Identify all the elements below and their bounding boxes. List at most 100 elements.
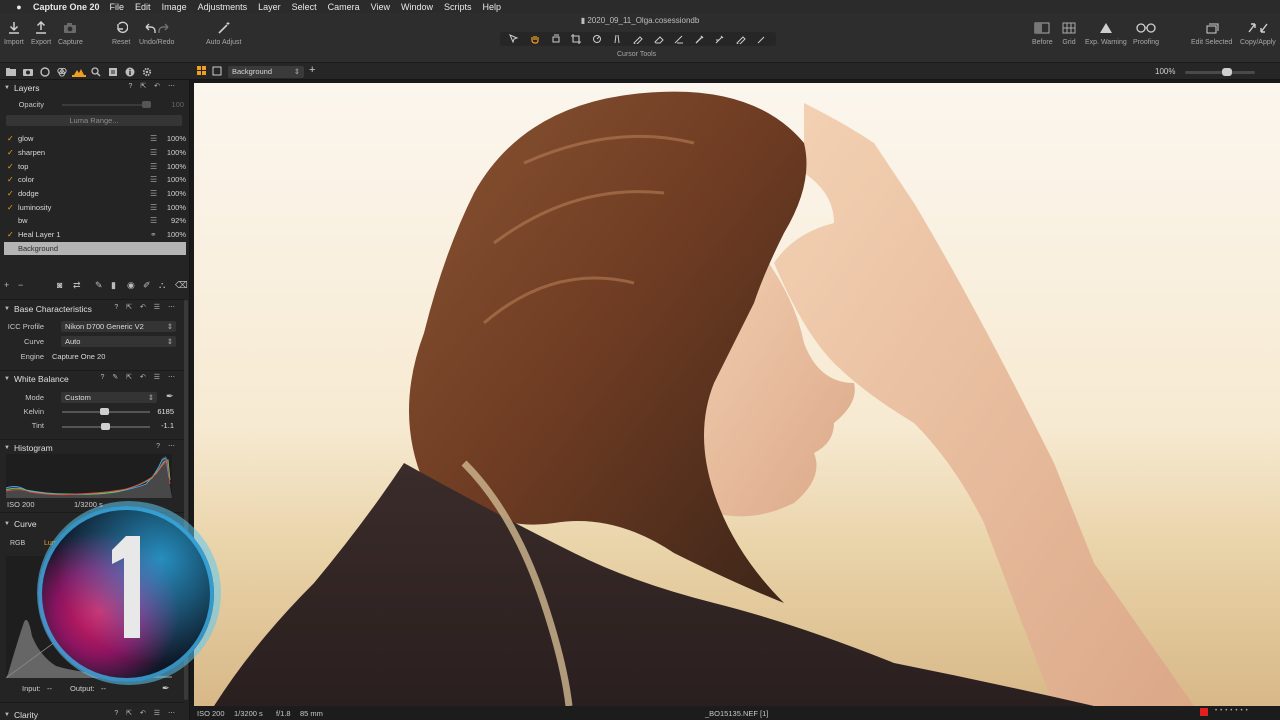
clone-brush-icon[interactable]	[711, 33, 729, 45]
curve-tab-rgb[interactable]: RGB	[10, 540, 25, 547]
layer-row[interactable]: ✓ top ☰ 100%	[4, 160, 186, 173]
radial-icon[interactable]: ◉	[127, 280, 135, 291]
panel-controls-icon[interactable]: ? ⋯	[156, 442, 178, 450]
opacity-value[interactable]: 100	[156, 99, 184, 110]
gradient-icon[interactable]: ▮	[111, 280, 116, 291]
menu-view[interactable]: View	[371, 2, 390, 12]
menu-adjustments[interactable]: Adjustments	[198, 2, 248, 12]
import-button[interactable]: Import	[4, 17, 24, 46]
histogram-header[interactable]: ▼ Histogram ? ⋯	[0, 441, 184, 454]
proofing-button[interactable]: Proofing	[1133, 17, 1159, 46]
kelvin-slider[interactable]	[62, 408, 150, 415]
checkmark-icon[interactable]: ✓	[7, 203, 17, 212]
layer-row[interactable]: ✓ glow ☰ 100%	[4, 132, 186, 145]
metadata-tab-icon[interactable]	[123, 66, 137, 77]
brush-icon[interactable]	[629, 33, 647, 45]
edit-selected-button[interactable]: Edit Selected	[1191, 17, 1232, 46]
color-picker-icon[interactable]	[732, 33, 750, 45]
add-layer-icon[interactable]: +	[4, 280, 9, 290]
base-characteristics-header[interactable]: ▼ Base Characteristics ? ⇱ ↶ ☰ ⋯	[0, 302, 184, 315]
layer-row-background[interactable]: Background	[4, 242, 186, 255]
annotate-icon[interactable]	[753, 33, 771, 45]
checkmark-icon[interactable]: ✓	[7, 189, 17, 198]
settings-gear-icon[interactable]	[140, 66, 154, 77]
wb-mode-dropdown[interactable]: Custom ⇕	[61, 392, 157, 403]
collapse-triangle-icon[interactable]: ▼	[4, 521, 10, 527]
menu-select[interactable]: Select	[292, 2, 317, 12]
menu-app-name[interactable]: Capture One 20	[33, 2, 100, 12]
select-cursor-icon[interactable]	[505, 33, 523, 45]
zoom-slider-knob[interactable]	[1222, 68, 1232, 76]
panel-controls-icon[interactable]: ? ⇱ ↶ ☰ ⋯	[114, 709, 178, 717]
keystone-icon[interactable]	[608, 33, 626, 45]
eyedropper-icon[interactable]: ✒	[166, 391, 174, 402]
menu-scripts[interactable]: Scripts	[444, 2, 472, 12]
checkmark-icon[interactable]: ✓	[7, 175, 17, 184]
adjustments-tab-icon[interactable]	[106, 66, 120, 77]
checkmark-icon[interactable]: ✓	[7, 230, 17, 239]
panel-controls-icon[interactable]: ? ⇱ ↶ ⋯	[129, 82, 178, 90]
collapse-triangle-icon[interactable]: ▼	[4, 376, 10, 382]
color-tab-icon[interactable]	[55, 66, 69, 77]
tint-value[interactable]: -1.1	[146, 420, 174, 431]
library-tab-icon[interactable]	[4, 66, 18, 77]
tint-slider[interactable]	[62, 423, 150, 430]
swap-icon[interactable]: ⇄	[73, 280, 81, 291]
curve-dropdown[interactable]: Auto ⇕	[61, 336, 176, 347]
copy-apply-button[interactable]: Copy/Apply	[1240, 17, 1276, 46]
add-variant-icon[interactable]: +	[309, 64, 315, 76]
pan-hand-icon[interactable]	[526, 33, 544, 45]
fill-mask-icon[interactable]: ⛬	[159, 280, 165, 291]
rating-dots[interactable]: •••••••	[1215, 708, 1251, 714]
single-view-icon[interactable]	[212, 66, 222, 78]
kelvin-slider-knob[interactable]	[100, 408, 109, 415]
checkmark-icon[interactable]: ✓	[7, 134, 17, 143]
panel-controls-icon[interactable]: ? ✎ ⇱ ↶ ☰ ⋯	[101, 373, 179, 381]
menu-layer[interactable]: Layer	[258, 2, 281, 12]
panel-controls-icon[interactable]: ? ⇱ ↶ ☰ ⋯	[114, 303, 178, 311]
opacity-slider-knob[interactable]	[142, 101, 151, 108]
checkmark-icon[interactable]: ✓	[7, 148, 17, 157]
draw-mask-icon[interactable]: ✎	[95, 280, 103, 291]
layer-row[interactable]: ✓ Heal Layer 1 ⚭ 100%	[4, 228, 186, 241]
capture-button[interactable]: Capture	[58, 17, 83, 46]
eraser-icon[interactable]	[650, 33, 668, 45]
layers-panel-header[interactable]: ▼ Layers ? ⇱ ↶ ⋯	[0, 81, 184, 94]
layer-row[interactable]: ✓ luminosity ☰ 100%	[4, 201, 186, 214]
menu-edit[interactable]: Edit	[135, 2, 151, 12]
menu-camera[interactable]: Camera	[328, 2, 360, 12]
menu-image[interactable]: Image	[162, 2, 187, 12]
brush-mask-icon[interactable]: ✐	[143, 280, 151, 291]
reset-button[interactable]: Reset	[112, 17, 130, 46]
opacity-slider[interactable]	[62, 101, 151, 108]
variant-selector[interactable]: Background ⇕	[228, 66, 304, 78]
capture-tab-icon[interactable]	[21, 66, 35, 77]
details-tab-icon[interactable]	[89, 66, 103, 77]
layer-row[interactable]: ✓ color ☰ 100%	[4, 173, 186, 186]
grid-button[interactable]: Grid	[1062, 17, 1076, 46]
layer-row[interactable]: ✓ sharpen ☰ 100%	[4, 146, 186, 159]
grid-view-icon[interactable]	[197, 66, 207, 78]
icc-profile-dropdown[interactable]: Nikon D700 Generic V2 ⇕	[61, 321, 176, 332]
crop-icon[interactable]	[567, 33, 585, 45]
straighten-icon[interactable]	[588, 33, 606, 45]
mask-icon[interactable]: ◙	[57, 280, 62, 290]
tint-slider-knob[interactable]	[101, 423, 110, 430]
apple-icon[interactable]: ●	[13, 2, 25, 12]
collapse-triangle-icon[interactable]: ▼	[4, 306, 10, 312]
undo-redo-button[interactable]: Undo/Redo	[139, 17, 174, 46]
color-tag-red[interactable]	[1200, 708, 1208, 716]
menu-window[interactable]: Window	[401, 2, 433, 12]
before-button[interactable]: Before	[1032, 17, 1053, 46]
white-balance-header[interactable]: ▼ White Balance ? ✎ ⇱ ↶ ☰ ⋯	[0, 372, 184, 385]
exposure-tab-icon[interactable]	[72, 66, 86, 77]
remove-layer-icon[interactable]: −	[18, 280, 23, 290]
erase-mask-icon[interactable]: ⌫	[175, 280, 188, 291]
collapse-triangle-icon[interactable]: ▼	[4, 712, 10, 718]
image-viewer[interactable]	[190, 80, 1280, 706]
luma-range-button[interactable]: Luma Range...	[6, 115, 182, 126]
checkmark-icon[interactable]: ✓	[7, 162, 17, 171]
heal-brush-icon[interactable]	[691, 33, 709, 45]
rotate-icon[interactable]	[547, 33, 565, 45]
layer-row[interactable]: ✓ dodge ☰ 100%	[4, 187, 186, 200]
